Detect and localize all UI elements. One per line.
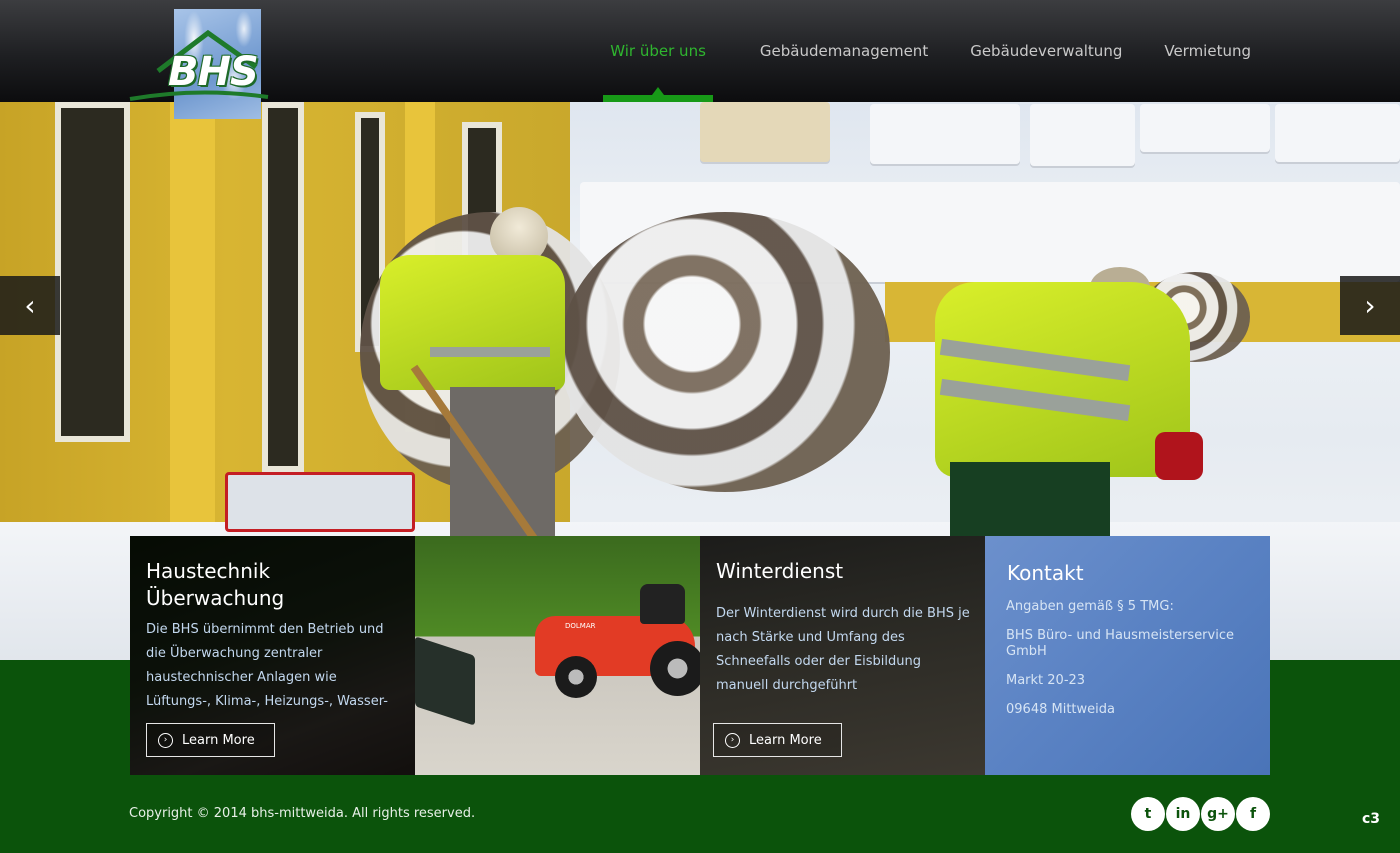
hi-vis-jacket bbox=[935, 282, 1190, 477]
bhs-logo[interactable]: BHS bbox=[128, 9, 270, 119]
slider-next-button[interactable]: › bbox=[1340, 276, 1400, 335]
snowy-bush bbox=[560, 212, 890, 492]
nav-item-gebaeudeverwaltung[interactable]: Gebäudeverwaltung bbox=[949, 0, 1143, 102]
learn-more-button[interactable]: › Learn More bbox=[146, 723, 275, 757]
mower-brand-label: DOLMAR bbox=[565, 622, 596, 630]
slider-prev-button[interactable]: ‹ bbox=[0, 276, 60, 335]
box-title: Kontakt bbox=[1007, 561, 1084, 585]
box-kontakt: Kontakt Angaben gemäß § 5 TMG: BHS Büro-… bbox=[985, 536, 1270, 775]
snowy-roof bbox=[1275, 104, 1400, 162]
distant-house bbox=[700, 102, 830, 162]
snowy-roof bbox=[870, 104, 1020, 164]
chevron-right-circle-icon: › bbox=[158, 732, 173, 748]
nav-item-vermietung[interactable]: Vermietung bbox=[1143, 0, 1272, 102]
mower-seat bbox=[640, 584, 685, 624]
contact-city: 09648 Mittweida bbox=[1006, 702, 1115, 717]
copyright-text: Copyright © 2014 bhs-mittweida. All righ… bbox=[129, 806, 476, 821]
chevron-right-circle-icon: › bbox=[725, 732, 740, 748]
chevron-right-icon: › bbox=[1364, 289, 1376, 322]
window bbox=[262, 102, 304, 472]
linkedin-icon[interactable]: in bbox=[1166, 797, 1200, 831]
box-title-line: Haustechnik bbox=[146, 559, 271, 583]
hi-vis-jacket bbox=[380, 255, 565, 390]
red-glove bbox=[1155, 432, 1203, 480]
chevron-left-icon: ‹ bbox=[24, 289, 36, 322]
box-mower-photo: DOLMAR bbox=[415, 536, 700, 775]
facebook-icon[interactable]: f bbox=[1236, 797, 1270, 831]
corner-tag: c3 bbox=[1362, 811, 1381, 827]
snow-blower bbox=[225, 472, 415, 532]
work-trousers bbox=[450, 387, 555, 537]
google-plus-icon[interactable]: g+ bbox=[1201, 797, 1235, 831]
snowy-roof bbox=[1030, 104, 1135, 166]
box-haustechnik: Haustechnik Überwachung Die BHS übernimm… bbox=[130, 536, 415, 775]
box-title: Winterdienst bbox=[716, 559, 844, 583]
snowy-roof bbox=[1140, 104, 1270, 152]
learn-more-button[interactable]: › Learn More bbox=[713, 723, 842, 757]
contact-street: Markt 20-23 bbox=[1006, 673, 1086, 688]
mower-wheel bbox=[650, 641, 700, 696]
main-nav: Wir über uns Gebäudemanagement Gebäudeve… bbox=[603, 0, 1272, 102]
button-label: Learn More bbox=[182, 732, 255, 748]
pillar bbox=[170, 102, 215, 562]
twitter-icon[interactable]: t bbox=[1131, 797, 1165, 831]
box-text: Der Winterdienst wird durch die BHS je n… bbox=[716, 606, 970, 693]
button-label: Learn More bbox=[749, 732, 822, 748]
nav-item-gebaeudemanagement[interactable]: Gebäudemanagement bbox=[739, 0, 949, 102]
box-text: Die BHS übernimmt den Betrieb und die Üb… bbox=[146, 622, 388, 709]
contact-legal-note: Angaben gemäß § 5 TMG: bbox=[1006, 599, 1174, 614]
window bbox=[55, 102, 130, 442]
box-title-line: Überwachung bbox=[146, 586, 285, 610]
reflective-stripe bbox=[430, 347, 550, 357]
worker-with-shovel bbox=[935, 267, 1215, 567]
snow-plow-blade bbox=[415, 636, 475, 726]
logo-text: BHS bbox=[168, 49, 259, 95]
box-title: Haustechnik Überwachung bbox=[146, 558, 284, 612]
box-winterdienst: Winterdienst Der Winterdienst wird durch… bbox=[700, 536, 985, 775]
contact-company: BHS Büro- und Hausmeisterservice GmbH bbox=[1006, 628, 1234, 659]
mower-wheel bbox=[555, 656, 597, 698]
feature-boxes: Haustechnik Überwachung Die BHS übernimm… bbox=[130, 536, 1270, 775]
social-links: t in g+ f bbox=[1131, 797, 1270, 831]
nav-item-wir-ueber-uns[interactable]: Wir über uns bbox=[603, 0, 713, 102]
